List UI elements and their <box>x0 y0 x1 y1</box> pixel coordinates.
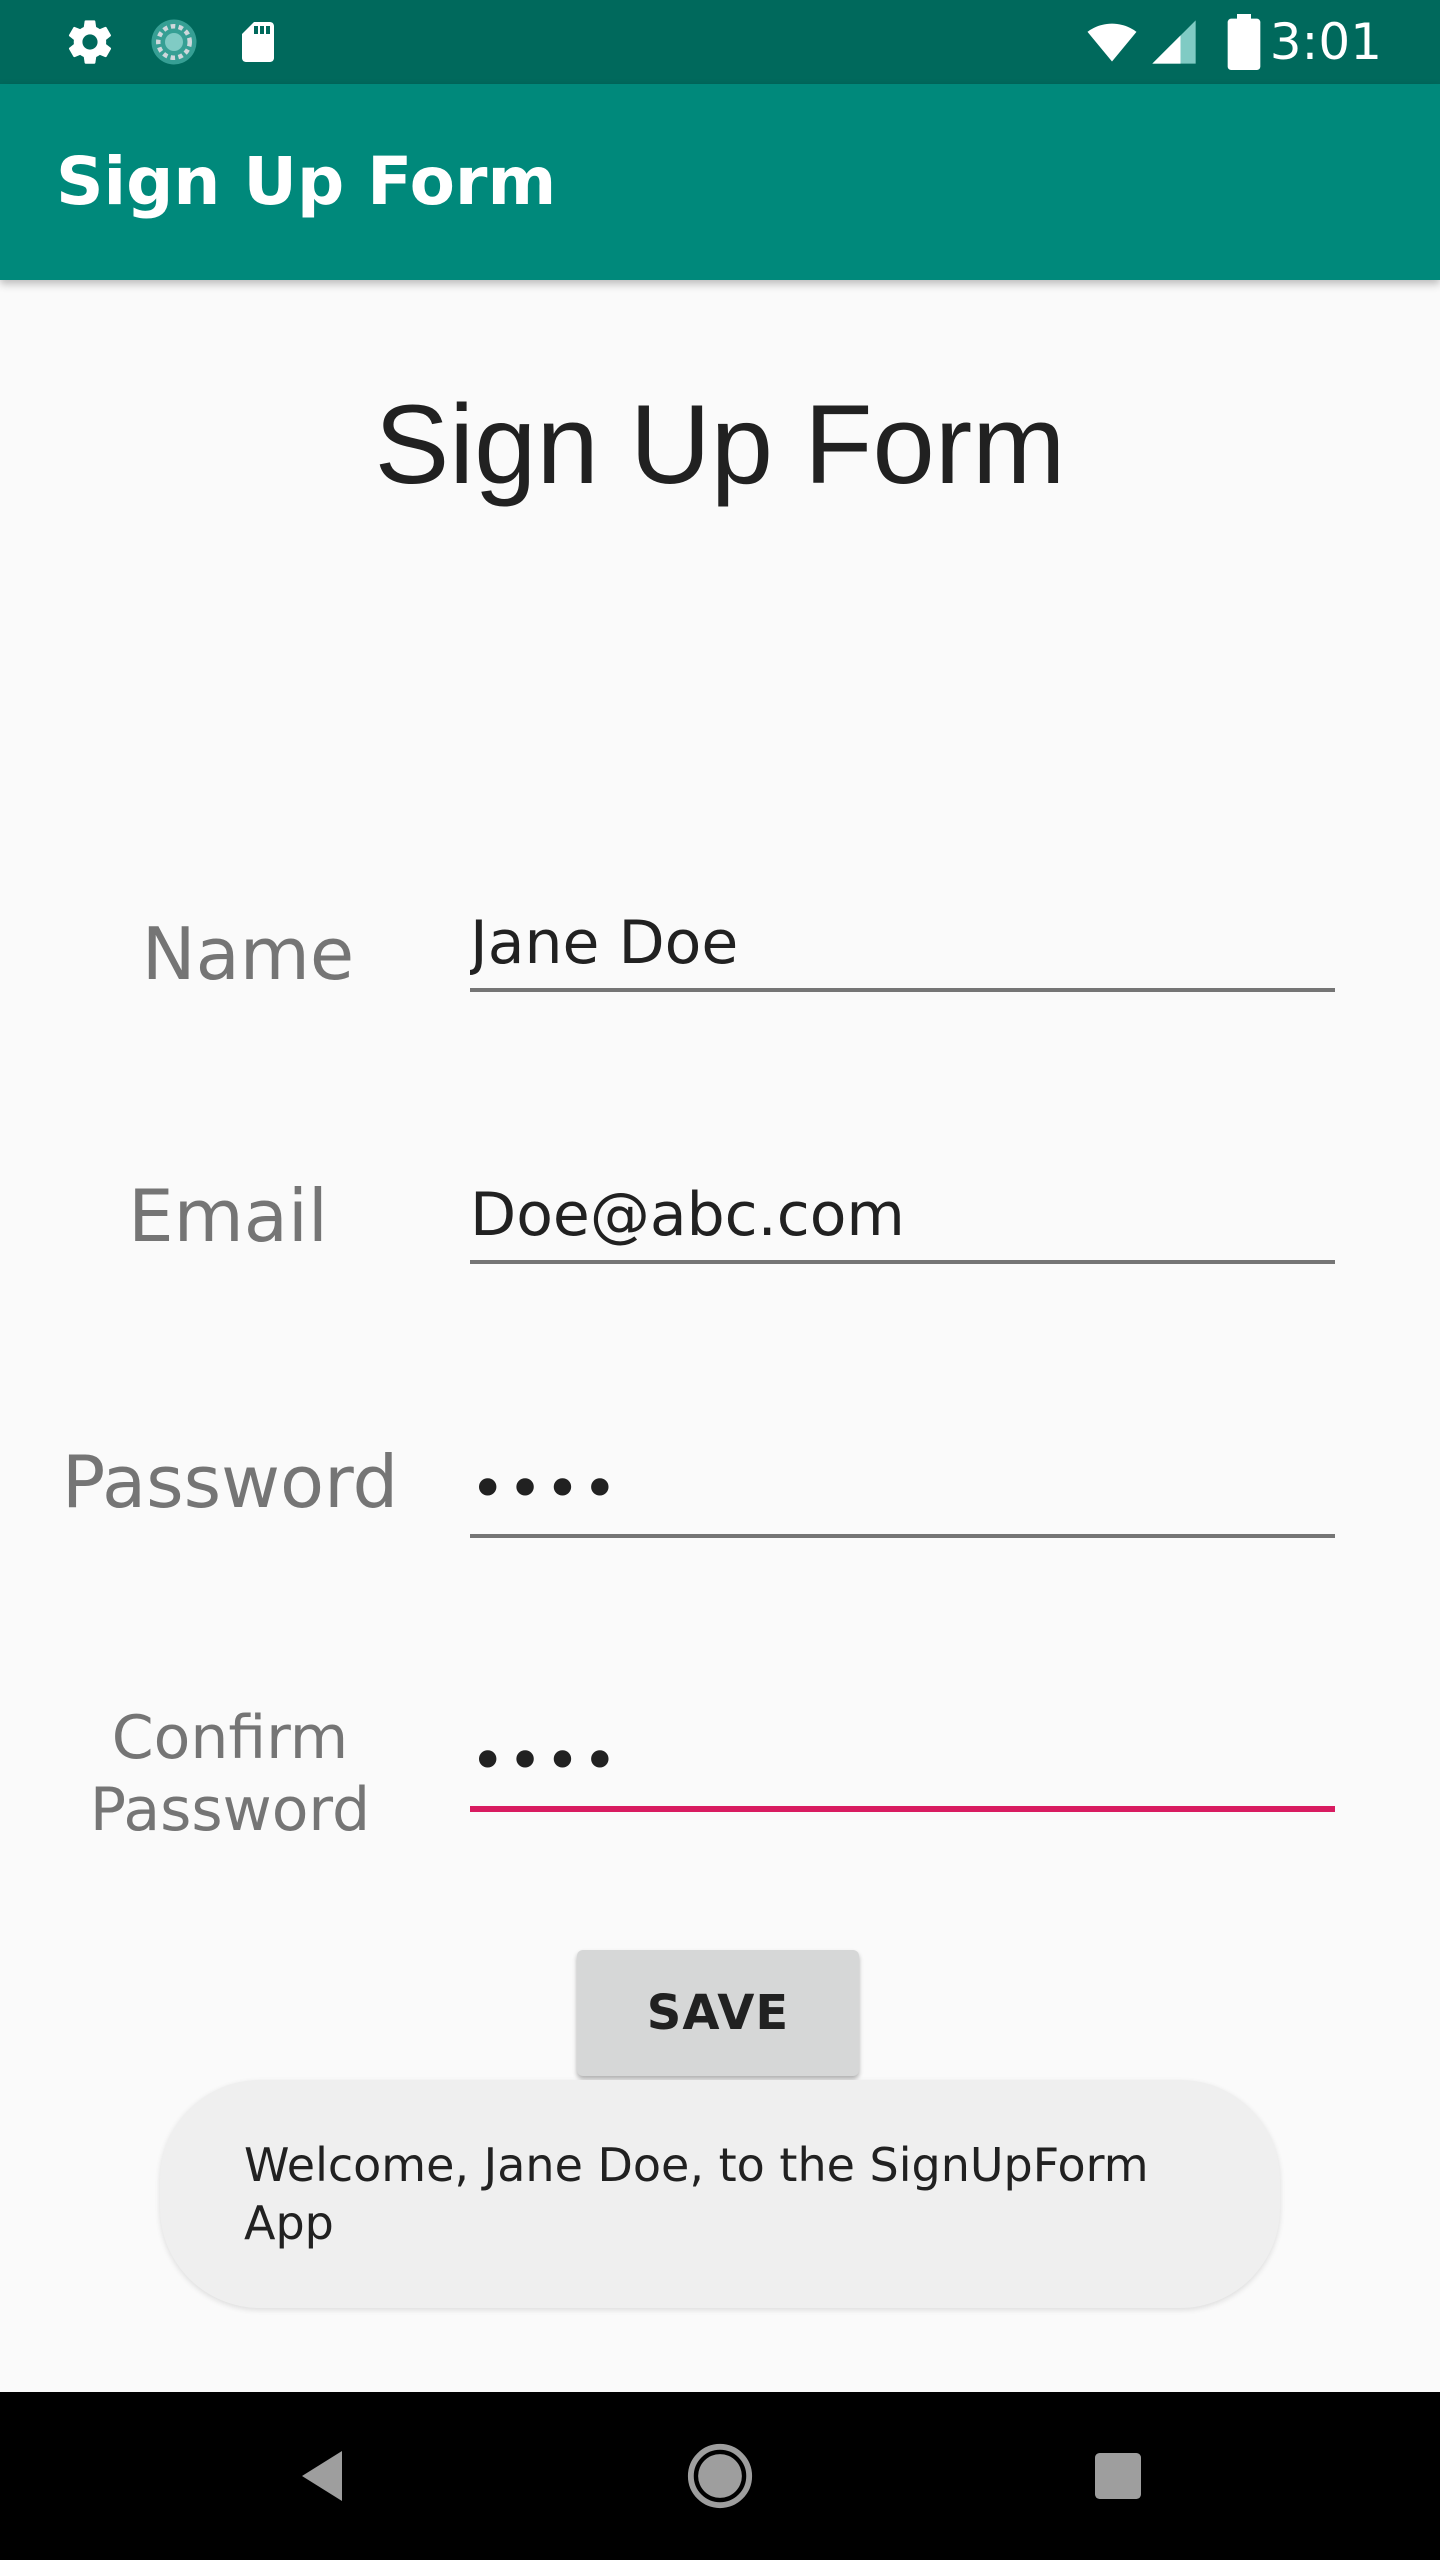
password-label: Password <box>61 1440 399 1524</box>
battery-icon <box>1214 12 1274 72</box>
app-bar-title: Sign Up Form <box>56 143 557 220</box>
email-field[interactable] <box>470 1170 1335 1264</box>
password-field[interactable] <box>470 1444 1335 1538</box>
confirm-password-label-line2: Password <box>89 1775 371 1845</box>
status-time: 3:01 <box>1269 13 1382 71</box>
toast-message: Welcome, Jane Doe, to the SignUpForm App <box>244 2138 1149 2250</box>
recents-icon[interactable] <box>1058 2416 1178 2536</box>
status-bar: 3:01 <box>0 0 1440 84</box>
home-icon[interactable] <box>660 2416 780 2536</box>
sync-icon <box>144 12 204 72</box>
gear-icon <box>60 12 120 72</box>
sd-card-icon <box>228 12 288 72</box>
name-field[interactable] <box>470 898 1335 992</box>
toast: Welcome, Jane Doe, to the SignUpForm App <box>160 2080 1280 2308</box>
signal-icon <box>1144 12 1204 72</box>
confirm-password-label: Confirm Password <box>60 1702 400 1846</box>
back-icon[interactable] <box>262 2416 382 2536</box>
page-title: Sign Up Form <box>374 382 1066 507</box>
name-label: Name <box>141 912 355 996</box>
confirm-password-label-line1: Confirm <box>111 1703 349 1773</box>
app-bar: Sign Up Form <box>0 84 1440 280</box>
nav-bar <box>0 2392 1440 2560</box>
email-label: Email <box>128 1174 328 1258</box>
confirm-password-field[interactable] <box>470 1716 1335 1812</box>
wifi-icon <box>1082 12 1142 72</box>
save-button[interactable]: SAVE <box>577 1950 859 2076</box>
